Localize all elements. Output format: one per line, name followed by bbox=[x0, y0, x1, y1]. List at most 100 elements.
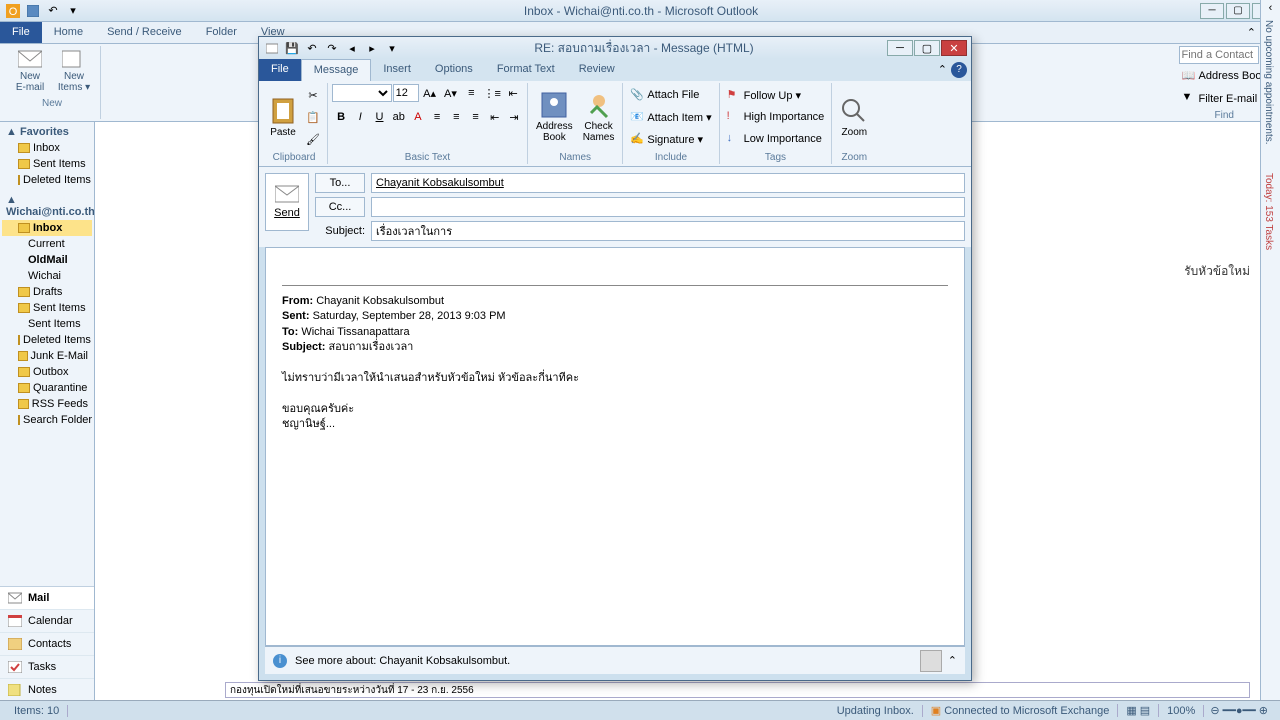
module-notes[interactable]: Notes bbox=[0, 679, 94, 702]
copy-button[interactable]: 📋 bbox=[303, 107, 323, 127]
paste-button[interactable]: Paste bbox=[265, 95, 301, 140]
address-book-button[interactable]: Address Book bbox=[532, 89, 577, 145]
address-book-button[interactable]: 📖Address Book bbox=[1179, 66, 1270, 86]
font-family-select[interactable] bbox=[332, 84, 392, 102]
qat-undo-icon[interactable]: ↶ bbox=[303, 39, 321, 57]
compose-tab-format[interactable]: Format Text bbox=[485, 59, 567, 81]
grow-font-icon[interactable]: A▴ bbox=[420, 83, 440, 103]
attach-file-button[interactable]: 📎Attach File bbox=[627, 85, 714, 105]
compose-tab-options[interactable]: Options bbox=[423, 59, 485, 81]
compose-tab-insert[interactable]: Insert bbox=[371, 59, 423, 81]
maximize-button[interactable]: ▢ bbox=[1226, 3, 1250, 19]
tab-file[interactable]: File bbox=[0, 22, 42, 43]
qat-next-icon[interactable]: ▸ bbox=[363, 39, 381, 57]
minimize-button[interactable]: ─ bbox=[1200, 3, 1224, 19]
qat-redo-icon[interactable]: ↷ bbox=[323, 39, 341, 57]
align-right-icon[interactable]: ≡ bbox=[466, 107, 484, 127]
send-button[interactable]: Send bbox=[265, 173, 309, 231]
minimize-ribbon-icon[interactable]: ⌃ bbox=[1247, 26, 1256, 39]
bold-button[interactable]: B bbox=[332, 107, 350, 127]
nav-search-folders[interactable]: Search Folders bbox=[2, 412, 92, 428]
account-header[interactable]: ▲ Wichai@nti.co.th bbox=[2, 192, 92, 220]
nav-fav-sent[interactable]: Sent Items bbox=[2, 156, 92, 172]
nav-quarantine[interactable]: Quarantine bbox=[2, 380, 92, 396]
compose-body-editor[interactable]: From: Chayanit Kobsakulsombut Sent: Satu… bbox=[265, 247, 965, 646]
todo-bar[interactable]: ‹ No upcoming appointments. Today: 153 T… bbox=[1260, 0, 1280, 720]
nav-sent-sub[interactable]: Sent Items bbox=[2, 316, 92, 332]
cut-button[interactable]: ✂ bbox=[303, 85, 323, 105]
to-button[interactable]: To... bbox=[315, 173, 365, 193]
font-size-input[interactable] bbox=[393, 84, 419, 102]
to-field[interactable] bbox=[371, 173, 965, 193]
tab-folder[interactable]: Folder bbox=[194, 22, 249, 43]
module-contacts[interactable]: Contacts bbox=[0, 633, 94, 656]
compose-close-button[interactable]: ✕ bbox=[941, 40, 967, 56]
status-view-icons[interactable]: ▦ ▤ bbox=[1118, 704, 1159, 717]
attach-item-button[interactable]: 📧Attach Item ▾ bbox=[627, 107, 714, 127]
compose-minimize-button[interactable]: ─ bbox=[887, 40, 913, 56]
module-tasks[interactable]: Tasks bbox=[0, 656, 94, 679]
nav-inbox[interactable]: Inbox bbox=[2, 220, 92, 236]
bullets-icon[interactable]: ≡ bbox=[461, 83, 481, 103]
qat-customize-icon[interactable]: ▾ bbox=[383, 39, 401, 57]
signature-button[interactable]: ✍Signature ▾ bbox=[627, 129, 714, 149]
new-items-button[interactable]: New Items ▾ bbox=[54, 46, 94, 96]
nav-fav-deleted[interactable]: Deleted Items bbox=[2, 172, 92, 188]
compose-tab-message[interactable]: Message bbox=[301, 59, 372, 81]
shrink-font-icon[interactable]: A▾ bbox=[441, 83, 461, 103]
increase-indent-icon[interactable]: ⇥ bbox=[505, 107, 523, 127]
high-importance-button[interactable]: !High Importance bbox=[724, 107, 828, 127]
tab-home[interactable]: Home bbox=[42, 22, 95, 43]
font-color-button[interactable]: A bbox=[409, 107, 427, 127]
compose-help-icon[interactable]: ? bbox=[951, 62, 967, 78]
minimize-ribbon-icon[interactable]: ⌃ bbox=[938, 63, 947, 76]
nav-sent[interactable]: Sent Items bbox=[2, 300, 92, 316]
qat-save-icon[interactable] bbox=[24, 2, 42, 20]
compose-maximize-button[interactable]: ▢ bbox=[914, 40, 940, 56]
nav-oldmail[interactable]: OldMail bbox=[2, 252, 92, 268]
qat-prev-icon[interactable]: ◂ bbox=[343, 39, 361, 57]
zoom-slider[interactable]: ⊖ ━━●━━ ⊕ bbox=[1204, 704, 1274, 717]
compose-tab-review[interactable]: Review bbox=[567, 59, 627, 81]
low-importance-button[interactable]: ↓Low Importance bbox=[724, 129, 828, 149]
compose-tab-file[interactable]: File bbox=[259, 59, 301, 81]
filter-email-button[interactable]: ▼Filter E-mail ▾ bbox=[1179, 88, 1270, 108]
underline-button[interactable]: U bbox=[370, 107, 388, 127]
nav-deleted[interactable]: Deleted Items bbox=[2, 332, 92, 348]
cc-button[interactable]: Cc... bbox=[315, 197, 365, 217]
decrease-indent-icon[interactable]: ⇤ bbox=[486, 107, 504, 127]
follow-up-button[interactable]: ⚑Follow Up ▾ bbox=[724, 85, 828, 105]
outdent-icon[interactable]: ⇤ bbox=[503, 83, 523, 103]
nav-drafts[interactable]: Drafts bbox=[2, 284, 92, 300]
check-names-button[interactable]: Check Names bbox=[579, 89, 619, 145]
module-mail[interactable]: Mail bbox=[0, 587, 94, 610]
align-center-icon[interactable]: ≡ bbox=[447, 107, 465, 127]
people-pane[interactable]: i See more about: Chayanit Kobsakulsombu… bbox=[265, 646, 965, 674]
cc-field[interactable] bbox=[371, 197, 965, 217]
format-painter-button[interactable]: 🖌 bbox=[303, 129, 323, 149]
nav-current[interactable]: Current bbox=[2, 236, 92, 252]
module-calendar[interactable]: Calendar bbox=[0, 610, 94, 633]
zoom-button[interactable]: Zoom bbox=[836, 95, 872, 140]
favorites-header[interactable]: ▲ Favorites bbox=[2, 124, 92, 140]
align-left-icon[interactable]: ≡ bbox=[428, 107, 446, 127]
find-contact-input[interactable] bbox=[1179, 46, 1259, 64]
subject-field[interactable] bbox=[371, 221, 965, 241]
preview-row[interactable]: กองทุนเปิดใหม่ที่เสนอขายระหว่างวันที่ 17… bbox=[225, 682, 1250, 698]
collapse-icon[interactable]: ‹ bbox=[1261, 0, 1280, 16]
compose-titlebar[interactable]: 💾 ↶ ↷ ◂ ▸ ▾ RE: สอบถามเรื่องเวลา - Messa… bbox=[259, 37, 971, 59]
qat-undo-icon[interactable]: ↶ bbox=[44, 2, 62, 20]
numbering-icon[interactable]: ⋮≡ bbox=[482, 83, 502, 103]
nav-fav-inbox[interactable]: Inbox bbox=[2, 140, 92, 156]
nav-rss[interactable]: RSS Feeds bbox=[2, 396, 92, 412]
highlight-button[interactable]: ab bbox=[390, 107, 408, 127]
people-pane-expand-icon[interactable]: ⌃ bbox=[948, 654, 957, 667]
nav-outbox[interactable]: Outbox bbox=[2, 364, 92, 380]
new-email-button[interactable]: New E-mail bbox=[10, 46, 50, 96]
qat-customize-icon[interactable]: ▾ bbox=[64, 2, 82, 20]
italic-button[interactable]: I bbox=[351, 107, 369, 127]
nav-junk[interactable]: Junk E-Mail bbox=[2, 348, 92, 364]
qat-save-icon[interactable]: 💾 bbox=[283, 39, 301, 57]
nav-wichai[interactable]: Wichai bbox=[2, 268, 92, 284]
tab-send-receive[interactable]: Send / Receive bbox=[95, 22, 194, 43]
